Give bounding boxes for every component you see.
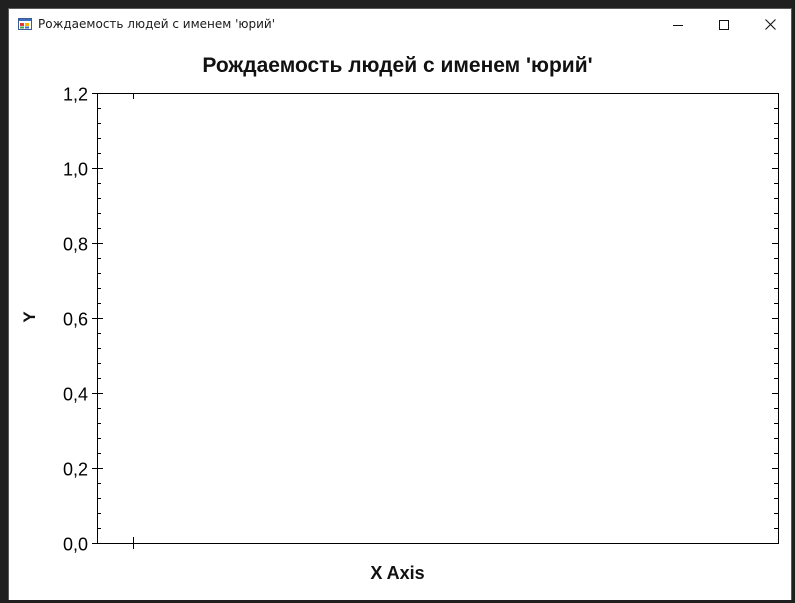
y-tick-label: 0,8 — [63, 235, 88, 255]
y-tick-label: 1,0 — [63, 160, 88, 180]
y-tick-label: 0,2 — [63, 460, 88, 480]
chart-plot-area: 0,0 0,2 0,4 0,6 0,8 1,0 1,2 — [63, 85, 779, 555]
plot-frame — [97, 93, 779, 544]
y-tick-label: 0,6 — [63, 310, 88, 330]
y-tick-label: 1,2 — [63, 85, 88, 105]
y-tick-label: 0,4 — [63, 385, 88, 405]
y-tick-label: 0,0 — [63, 535, 88, 555]
